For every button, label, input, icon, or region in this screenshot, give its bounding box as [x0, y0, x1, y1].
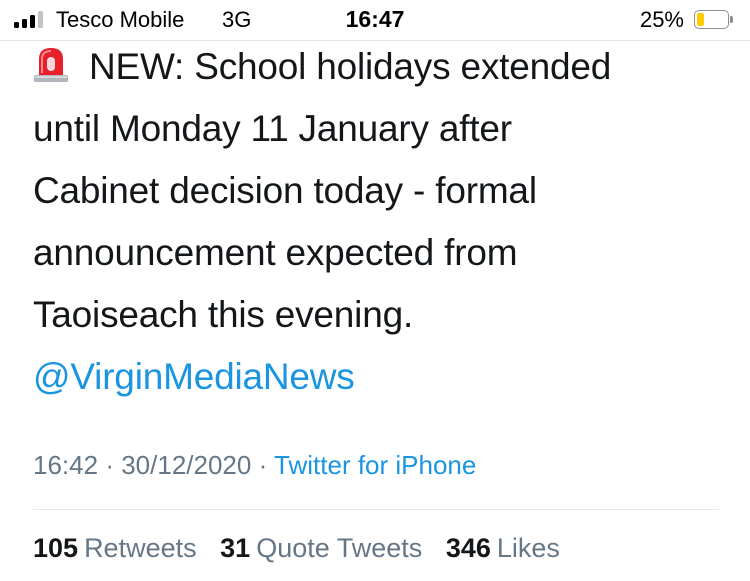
tweet-line: until Monday 11 January after	[33, 108, 512, 149]
police-car-light-icon	[33, 40, 69, 82]
tweet-metadata: 16:42 · 30/12/2020 · Twitter for iPhone	[33, 450, 476, 481]
mention-link[interactable]: @VirginMediaNews	[33, 346, 733, 408]
tweet-source-link[interactable]: Twitter for iPhone	[274, 450, 476, 480]
status-bar: Tesco Mobile 3G 16:47 25%	[0, 0, 750, 40]
battery-icon	[694, 10, 734, 29]
retweets-stat[interactable]: 105 Retweets	[33, 533, 197, 564]
stats-divider	[33, 509, 719, 510]
tweet-line: announcement expected from	[33, 232, 518, 273]
quote-tweets-label: Quote Tweets	[256, 533, 423, 563]
tweet-text: NEW: School holidays extended until Mond…	[33, 36, 733, 408]
quote-tweets-count: 31	[220, 533, 251, 563]
retweets-label: Retweets	[84, 533, 197, 563]
meta-separator: ·	[105, 450, 114, 480]
tweet-line: Taoiseach this evening.	[33, 294, 414, 335]
retweets-count: 105	[33, 533, 79, 563]
engagement-stats: 105 Retweets 31 Quote Tweets 346 Likes	[33, 533, 576, 564]
tweet-line-text: NEW: School holidays extended	[89, 46, 612, 87]
status-clock: 16:47	[345, 6, 405, 32]
tweet-date: 30/12/2020	[121, 450, 252, 480]
likes-label: Likes	[496, 533, 560, 563]
likes-count: 346	[445, 533, 491, 563]
tweet-line: NEW: School holidays extended	[33, 36, 733, 98]
meta-separator: ·	[258, 450, 268, 480]
tweet-time: 16:42	[33, 450, 99, 480]
quote-tweets-stat[interactable]: 31 Quote Tweets	[220, 533, 422, 564]
likes-stat[interactable]: 346 Likes	[446, 533, 560, 564]
battery-percentage: 25%	[639, 7, 684, 32]
tweet-line: Cabinet decision today - formal	[33, 170, 537, 211]
